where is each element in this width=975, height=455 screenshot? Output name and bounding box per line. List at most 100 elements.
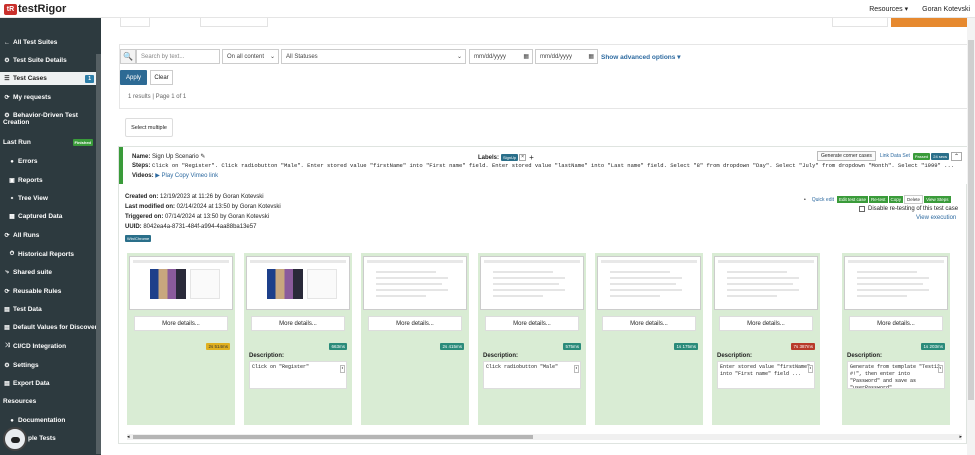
sidebar-item-test-cases[interactable]: ☰ Test Cases 1 bbox=[0, 72, 101, 85]
step-screenshot[interactable] bbox=[714, 256, 818, 310]
disable-retest-row[interactable]: Disable re-testing of this test case bbox=[859, 206, 958, 212]
view-steps-button[interactable]: View Steps bbox=[924, 196, 951, 203]
sidebar-item-tree-view[interactable]: ⚬ Tree View bbox=[0, 192, 101, 205]
step-description[interactable]: Click radiobutton "Male" ⇕ bbox=[483, 361, 581, 389]
scrollbar-thumb[interactable] bbox=[968, 40, 974, 400]
gear-icon: ⚙ bbox=[4, 363, 10, 369]
quick-edit-link[interactable]: Quick edit bbox=[812, 197, 834, 203]
sidebar-item-test-suite-details[interactable]: ⚙ Test Suite Details bbox=[0, 54, 101, 67]
view-execution-link[interactable]: View execution bbox=[916, 215, 956, 221]
table-icon: ▤ bbox=[4, 325, 10, 331]
edit-test-case-button[interactable]: Edit test case bbox=[837, 196, 869, 203]
description-label: Description: bbox=[483, 353, 519, 359]
step-description-text: Generate from template "Test12 #!", then… bbox=[850, 364, 941, 389]
sidebar-item-reports[interactable]: ▣ Reports bbox=[0, 174, 101, 187]
app-logo[interactable]: tR testRigor bbox=[4, 3, 66, 15]
show-advanced-options-link[interactable]: Show advanced options ▾ bbox=[601, 53, 680, 61]
step-screenshot[interactable] bbox=[246, 256, 350, 310]
step-screenshot[interactable] bbox=[844, 256, 948, 310]
step-card: More details... 1s 175ms bbox=[595, 253, 703, 425]
step-card: More details... 575ms Description: Click… bbox=[478, 253, 586, 425]
steps-horizontal-scrollbar[interactable]: ◂ ▸ bbox=[127, 434, 962, 440]
select-multiple-button[interactable]: Select multiple bbox=[125, 118, 173, 137]
sidebar-item-shared-suite[interactable]: ⤷ Shared suite bbox=[0, 266, 101, 279]
clear-button[interactable]: Clear bbox=[150, 70, 173, 85]
sidebar-item-bdd-creation[interactable]: ⚙ Behavior-Driven Test Creation bbox=[0, 109, 101, 129]
collapse-chevron-icon[interactable]: ⌃ bbox=[951, 151, 963, 161]
modified-label: Last modified on: bbox=[125, 204, 175, 210]
re-test-button[interactable]: Re-test bbox=[869, 196, 888, 203]
disable-retest-checkbox[interactable] bbox=[859, 206, 865, 212]
uuid-row: UUID: 8042ea4a-8731-484f-a994-4aa88ba13e… bbox=[125, 222, 281, 232]
more-details-button[interactable]: More details... bbox=[134, 316, 228, 331]
add-label-icon[interactable]: + bbox=[529, 153, 534, 162]
step-description[interactable]: Enter stored value "firstName" into "Fir… bbox=[717, 361, 815, 389]
more-details-button[interactable]: More details... bbox=[368, 316, 462, 331]
header-actions: Generate corner cases Link Data Set Pass… bbox=[817, 151, 963, 161]
step-duration-badge: 575ms bbox=[563, 343, 581, 350]
stepper-icon[interactable]: ⇕ bbox=[808, 365, 813, 373]
sidebar-item-label: Default Values for Discovery bbox=[13, 324, 101, 331]
more-details-button[interactable]: More details... bbox=[251, 316, 345, 331]
sidebar-item-reusable-rules[interactable]: ⟳ Reusable Rules bbox=[0, 285, 101, 298]
sidebar-item-last-run[interactable]: Last Run Finished bbox=[0, 136, 101, 149]
name-label: Name: bbox=[132, 154, 151, 160]
more-details-button[interactable]: More details... bbox=[602, 316, 696, 331]
play-video-link[interactable]: ▶ Play Copy Vimeo link bbox=[155, 173, 218, 179]
sidebar-item-all-test-suites[interactable]: ← All Test Suites bbox=[0, 36, 101, 49]
edit-icon[interactable]: ✎ bbox=[200, 154, 205, 160]
scroll-right-icon[interactable]: ▸ bbox=[959, 434, 962, 440]
table-icon: ▤ bbox=[4, 307, 10, 313]
sidebar-item-documentation[interactable]: ● Documentation bbox=[0, 414, 101, 427]
sidebar-item-label: Test Cases bbox=[13, 75, 47, 82]
stepper-icon[interactable]: ⇕ bbox=[340, 365, 345, 373]
stepper-icon[interactable]: ⇕ bbox=[938, 365, 943, 373]
name-row: Name: Sign Up Scenario ✎ bbox=[132, 153, 205, 160]
content-filter-select[interactable]: On all content ⌄ bbox=[222, 49, 279, 64]
step-screenshot[interactable] bbox=[597, 256, 701, 310]
chat-widget-button[interactable] bbox=[3, 427, 27, 451]
step-duration-badge: 1s 203ms bbox=[921, 343, 945, 350]
more-details-button[interactable]: More details... bbox=[485, 316, 579, 331]
copy-button[interactable]: Copy bbox=[888, 196, 904, 203]
remove-label-icon[interactable]: × bbox=[519, 154, 527, 161]
step-screenshot[interactable] bbox=[363, 256, 467, 310]
apply-button[interactable]: Apply bbox=[120, 70, 147, 85]
link-data-set-link[interactable]: Link Data Set bbox=[880, 153, 910, 159]
date-to-input[interactable]: mm/dd/yyyy ▦ bbox=[535, 49, 598, 64]
scroll-left-icon[interactable]: ◂ bbox=[127, 434, 130, 440]
status-filter-select[interactable]: All Statuses ⌄ bbox=[281, 49, 466, 64]
date-from-input[interactable]: mm/dd/yyyy ▦ bbox=[469, 49, 533, 64]
step-screenshot[interactable] bbox=[480, 256, 584, 310]
resources-menu[interactable]: Resources ▾ bbox=[869, 5, 908, 13]
sidebar-item-errors[interactable]: ● Errors bbox=[0, 155, 101, 168]
sidebar-item-historical-reports[interactable]: ⏱ Historical Reports bbox=[0, 248, 101, 261]
page-vertical-scrollbar[interactable] bbox=[967, 18, 975, 455]
test-case-meta: Created on: 12/19/2023 at 11:26 by Goran… bbox=[125, 192, 281, 232]
sidebar-item-captured-data[interactable]: ▦ Captured Data bbox=[0, 210, 101, 223]
description-label: Description: bbox=[847, 353, 883, 359]
sidebar-item-my-requests[interactable]: ⟳ My requests bbox=[0, 91, 101, 104]
report-icon: ▣ bbox=[9, 178, 15, 184]
more-details-button[interactable]: More details... bbox=[719, 316, 813, 331]
list-icon: ☰ bbox=[4, 76, 10, 82]
sidebar-item-settings[interactable]: ⚙ Settings bbox=[0, 359, 101, 372]
generate-corner-cases-button[interactable]: Generate corner cases bbox=[817, 151, 876, 161]
status-filter-value: All Statuses bbox=[286, 53, 318, 60]
label-tag: SignUp bbox=[501, 154, 519, 161]
sidebar-item-all-runs[interactable]: ⟳ All Runs bbox=[0, 229, 101, 242]
more-details-button[interactable]: More details... bbox=[849, 316, 943, 331]
scrollbar-thumb[interactable] bbox=[133, 435, 533, 439]
step-screenshot[interactable] bbox=[129, 256, 233, 310]
sidebar-item-test-data[interactable]: ▤ Test Data bbox=[0, 303, 101, 316]
stepper-icon[interactable]: ⇕ bbox=[574, 365, 579, 373]
sidebar-item-default-values[interactable]: ▤ Default Values for Discovery bbox=[0, 321, 101, 334]
sidebar-item-export-data[interactable]: ▤ Export Data bbox=[0, 377, 101, 390]
step-description[interactable]: Generate from template "Test12 #!", then… bbox=[847, 361, 945, 389]
delete-button[interactable]: Delete bbox=[904, 195, 924, 204]
step-description[interactable]: Click on "Register" ⇕ bbox=[249, 361, 347, 389]
sidebar-item-ci-cd[interactable]: ⤨ CI/CD Integration bbox=[0, 340, 101, 353]
search-input[interactable]: Search by text... bbox=[136, 49, 220, 64]
step-description-text: Click radiobutton "Male" bbox=[486, 364, 559, 370]
user-menu[interactable]: Goran Kotevski bbox=[922, 6, 970, 13]
